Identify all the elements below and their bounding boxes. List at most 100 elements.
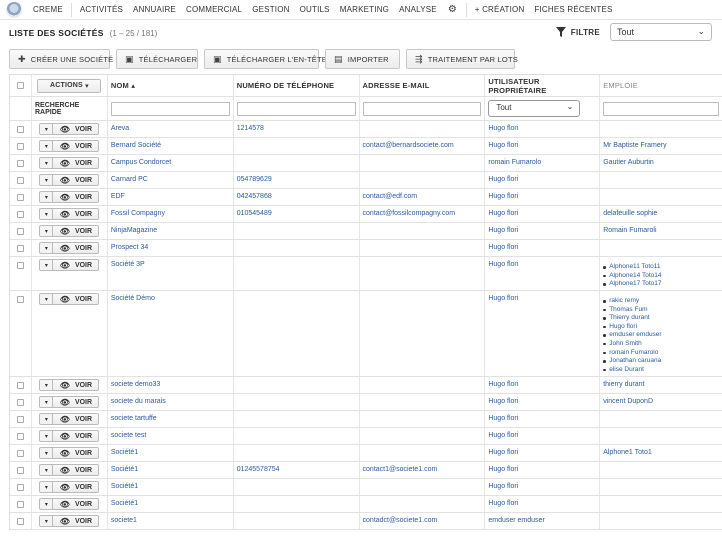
row-menu-button[interactable]: ▾: [39, 413, 54, 425]
nav-gestion[interactable]: GESTION: [247, 5, 294, 14]
select-all-checkbox[interactable]: [16, 82, 24, 89]
row-checkbox[interactable]: [16, 382, 24, 389]
row-checkbox[interactable]: [16, 194, 24, 201]
view-button[interactable]: 👁 VOIR: [53, 123, 100, 135]
phone-value[interactable]: 01245578754: [237, 466, 280, 473]
company-name-link[interactable]: societe1: [111, 517, 137, 524]
view-button[interactable]: 👁 VOIR: [53, 208, 100, 220]
employee-link[interactable]: Alphone14 Toto14: [603, 272, 662, 281]
download-button[interactable]: ▣ TÉLÉCHARGER: [116, 49, 198, 69]
row-menu-button[interactable]: ▾: [39, 515, 54, 527]
employee-link[interactable]: emduser emduser: [603, 331, 662, 340]
row-menu-button[interactable]: ▾: [39, 293, 54, 305]
view-button[interactable]: 👁 VOIR: [53, 464, 100, 476]
row-checkbox[interactable]: [16, 296, 24, 303]
column-header-owner[interactable]: UTILISATEUR PROPRIÉTAIRE: [485, 75, 601, 96]
company-name-link[interactable]: societe tartuffe: [111, 415, 157, 422]
column-header-phone[interactable]: NUMÉRO DE TÉLÉPHONE: [234, 75, 360, 96]
search-email-input[interactable]: [362, 101, 482, 116]
view-button[interactable]: 👁 VOIR: [53, 293, 100, 305]
row-checkbox[interactable]: [16, 501, 24, 508]
batch-process-button[interactable]: ⇶ TRAITEMENT PAR LOTS: [406, 49, 518, 69]
employee-link[interactable]: Alphone17 Toto17: [603, 280, 662, 289]
owner-link[interactable]: Hugo flori: [488, 500, 518, 507]
owner-link[interactable]: Hugo flori: [488, 483, 518, 490]
view-button[interactable]: 👁 VOIR: [53, 515, 100, 527]
nav-outils[interactable]: OUTILS: [295, 5, 335, 14]
view-button[interactable]: 👁 VOIR: [53, 396, 100, 408]
employee-link[interactable]: Alphone11 Toto11: [603, 263, 661, 272]
create-company-button[interactable]: ✚ CRÉER UNE SOCIÉTÉ: [9, 49, 113, 69]
company-name-link[interactable]: Société1: [111, 483, 138, 490]
employee-link[interactable]: Gautier Auburtin: [603, 159, 654, 166]
employee-link[interactable]: elise Durant: [603, 366, 661, 375]
company-name-link[interactable]: Carnard PC: [111, 176, 148, 183]
row-checkbox[interactable]: [16, 433, 24, 440]
view-button[interactable]: 👁 VOIR: [53, 379, 100, 391]
nav-analyse[interactable]: ANALYSE: [394, 5, 442, 14]
owner-link[interactable]: Hugo flori: [488, 466, 518, 473]
employee-link[interactable]: delafeuille sophie: [603, 210, 657, 217]
company-name-link[interactable]: EDF: [111, 193, 125, 200]
email-link[interactable]: contact@edf.com: [363, 193, 418, 200]
employee-link[interactable]: rakic remy: [603, 297, 661, 306]
owner-link[interactable]: emduser emduser: [488, 517, 544, 524]
row-checkbox[interactable]: [16, 518, 24, 525]
row-checkbox[interactable]: [16, 245, 24, 252]
filter-select[interactable]: Tout ⌄: [610, 23, 712, 41]
row-checkbox[interactable]: [16, 450, 24, 457]
owner-link[interactable]: romain Fumarolo: [488, 159, 541, 166]
employee-link[interactable]: Jonathan caruana: [603, 357, 661, 366]
row-checkbox[interactable]: [16, 416, 24, 423]
row-checkbox[interactable]: [16, 484, 24, 491]
employee-link[interactable]: Hugo flori: [603, 323, 661, 332]
owner-link[interactable]: Hugo flori: [488, 125, 518, 132]
email-link[interactable]: contact@bernardsociete.com: [363, 142, 454, 149]
owner-link[interactable]: Hugo flori: [488, 176, 518, 183]
owner-link[interactable]: Hugo flori: [488, 295, 518, 302]
row-menu-button[interactable]: ▾: [39, 430, 54, 442]
owner-filter-select[interactable]: Tout ⌄: [488, 100, 581, 117]
row-menu-button[interactable]: ▾: [39, 157, 54, 169]
gear-icon[interactable]: ⚙: [442, 4, 463, 15]
row-checkbox[interactable]: [16, 143, 24, 150]
company-name-link[interactable]: Société Démo: [111, 295, 155, 302]
employee-link[interactable]: Thomas Fum: [603, 306, 661, 315]
row-menu-button[interactable]: ▾: [39, 174, 54, 186]
row-checkbox[interactable]: [16, 467, 24, 474]
employee-link[interactable]: thierry durant: [603, 381, 644, 388]
employee-link[interactable]: Romain Fumaroli: [603, 227, 656, 234]
owner-link[interactable]: Hugo flori: [488, 227, 518, 234]
phone-value[interactable]: 042457868: [237, 193, 272, 200]
row-menu-button[interactable]: ▾: [39, 208, 54, 220]
employee-link[interactable]: Alphone1 Toto1: [603, 449, 652, 456]
owner-link[interactable]: Hugo flori: [488, 193, 518, 200]
row-menu-button[interactable]: ▾: [39, 123, 54, 135]
company-name-link[interactable]: Campus Condorcet: [111, 159, 171, 166]
import-button[interactable]: ▤ IMPORTER: [325, 49, 400, 69]
phone-value[interactable]: 010545489: [237, 210, 272, 217]
employee-link[interactable]: vincent DuponD: [603, 398, 653, 405]
row-menu-button[interactable]: ▾: [39, 498, 54, 510]
row-menu-button[interactable]: ▾: [39, 140, 54, 152]
nav-annuaire[interactable]: ANNUAIRE: [128, 5, 181, 14]
row-menu-button[interactable]: ▾: [39, 396, 54, 408]
download-header-button[interactable]: ▣ TÉLÉCHARGER L'EN-TÊTE: [204, 49, 327, 69]
owner-link[interactable]: Hugo flori: [488, 381, 518, 388]
owner-link[interactable]: Hugo flori: [488, 142, 518, 149]
row-menu-button[interactable]: ▾: [39, 481, 54, 493]
phone-value[interactable]: 054789629: [237, 176, 272, 183]
owner-link[interactable]: Hugo flori: [488, 261, 518, 268]
nav-creme[interactable]: CREME: [28, 5, 68, 14]
column-header-name[interactable]: NOM ▴: [108, 75, 234, 96]
company-name-link[interactable]: Prospect 34: [111, 244, 148, 251]
nav-marketing[interactable]: MARKETING: [335, 5, 394, 14]
company-name-link[interactable]: societe demo33: [111, 381, 160, 388]
employee-link[interactable]: Mr Baptiste Framery: [603, 142, 666, 149]
company-name-link[interactable]: Société 3P: [111, 261, 145, 268]
phone-value[interactable]: 1214578: [237, 125, 264, 132]
row-checkbox[interactable]: [16, 228, 24, 235]
nav-creation[interactable]: + CRÉATION: [470, 5, 530, 14]
company-name-link[interactable]: Société1: [111, 449, 138, 456]
employee-link[interactable]: John Smith: [603, 340, 661, 349]
